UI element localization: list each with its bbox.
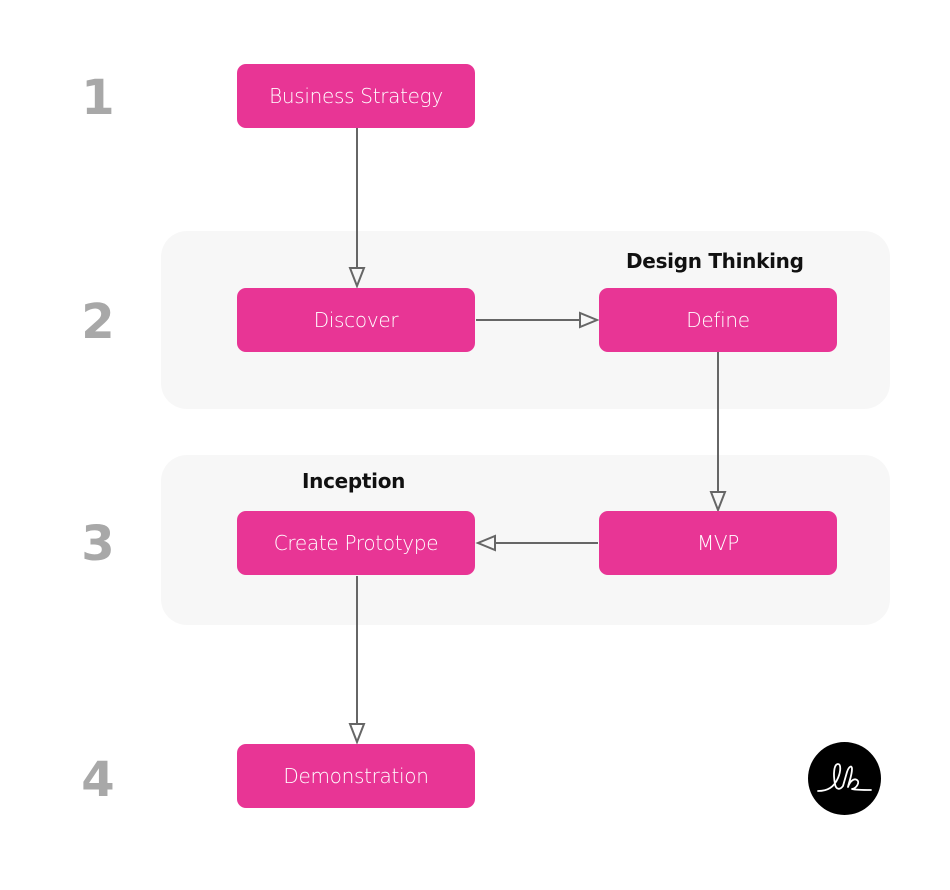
node-demonstration[interactable]: Demonstration	[237, 744, 475, 808]
node-define[interactable]: Define	[599, 288, 837, 352]
node-create-prototype[interactable]: Create Prototype	[237, 511, 475, 575]
node-discover[interactable]: Discover	[237, 288, 475, 352]
arrowhead-prototype	[475, 534, 496, 552]
node-business-strategy[interactable]: Business Strategy	[237, 64, 475, 128]
arrowhead-define	[579, 311, 600, 329]
signature-logo-icon	[808, 742, 881, 815]
arrowhead-demonstration	[348, 723, 366, 745]
arrowhead-discover	[348, 267, 366, 289]
node-mvp[interactable]: MVP	[599, 511, 837, 575]
arrowhead-mvp	[709, 491, 727, 513]
